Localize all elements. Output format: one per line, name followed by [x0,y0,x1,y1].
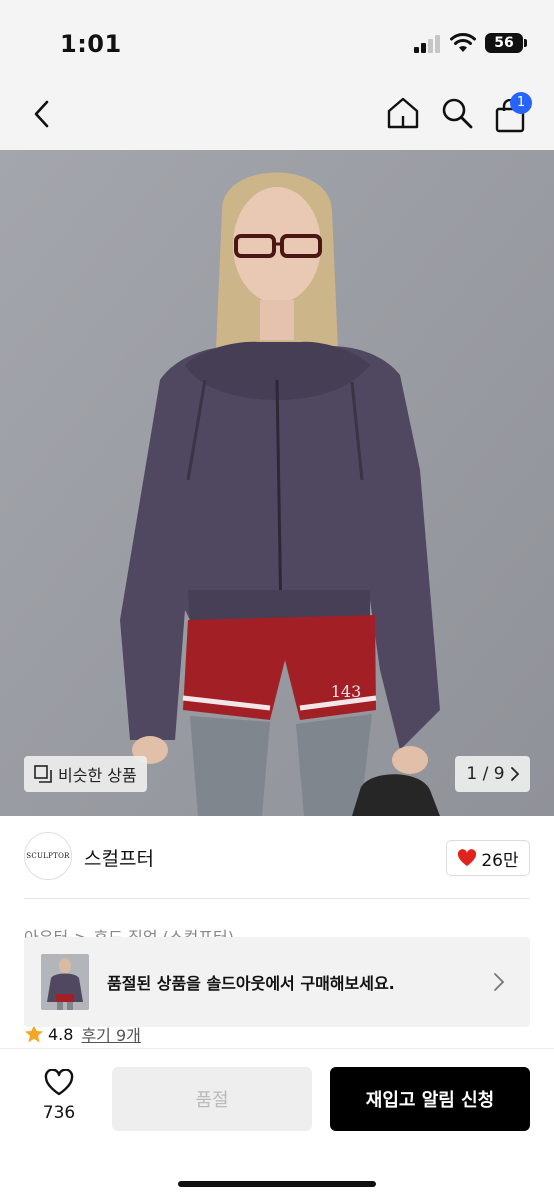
status-time: 1:01 [60,30,122,58]
chevron-left-icon [34,100,49,128]
soldout-banner-text: 품절된 상품을 솔드아웃에서 구매해보세요. [107,974,395,993]
wifi-icon [450,33,476,52]
shorts-number-print: 143 [331,682,362,701]
image-pager[interactable]: 1 / 9 [455,756,530,792]
copy-icon [34,765,52,783]
similar-products-button[interactable]: 비슷한 상품 [24,756,147,792]
product-photo: 143 [0,150,554,816]
top-nav-bar: 1 [0,80,554,150]
product-image-carousel[interactable]: 143 비슷한 상품 1 / 9 [0,150,554,816]
home-button[interactable] [382,92,424,134]
home-icon [387,97,419,129]
brand-like-button[interactable]: 26만 [446,840,530,876]
search-button[interactable] [436,92,478,134]
cellular-signal-icon [414,35,444,53]
chevron-right-icon [510,767,519,781]
brand-like-count: 26만 [481,850,519,871]
divider [24,898,530,899]
banner-product-thumbnail [41,954,89,1010]
home-indicator[interactable] [178,1181,376,1187]
battery-indicator: 56 [485,33,527,53]
restock-alert-button[interactable]: 재입고 알림 신청 [330,1067,530,1131]
brand-logo-text: SCULPTOR [26,852,70,860]
rating-score: 4.8 [48,1024,74,1044]
heart-filled-icon [458,849,477,866]
image-pager-text: 1 / 9 [466,764,505,784]
search-icon [442,98,473,129]
wishlist-button[interactable]: 736 [34,1068,84,1129]
soldout-button: 품절 [112,1067,312,1131]
status-bar: 1:01 56 [0,0,554,80]
brand-name[interactable]: 스컬프터 [84,844,154,871]
star-icon [25,1025,43,1043]
cart-count-badge: 1 [510,92,532,114]
similar-products-label: 비슷한 상품 [58,766,137,785]
soldout-promo-banner[interactable]: 품절된 상품을 솔드아웃에서 구매해보세요. [24,937,530,1027]
brand-logo[interactable]: SCULPTOR [24,832,72,880]
heart-outline-icon [44,1068,74,1096]
cart-button[interactable]: 1 [488,90,532,134]
back-button[interactable] [22,94,62,134]
bottom-action-bar: 736 품절 재입고 알림 신청 [0,1048,554,1201]
wishlist-count: 736 [42,1103,76,1123]
chevron-right-icon [494,973,505,991]
brand-row: SCULPTOR 스컬프터 26만 [0,816,554,898]
